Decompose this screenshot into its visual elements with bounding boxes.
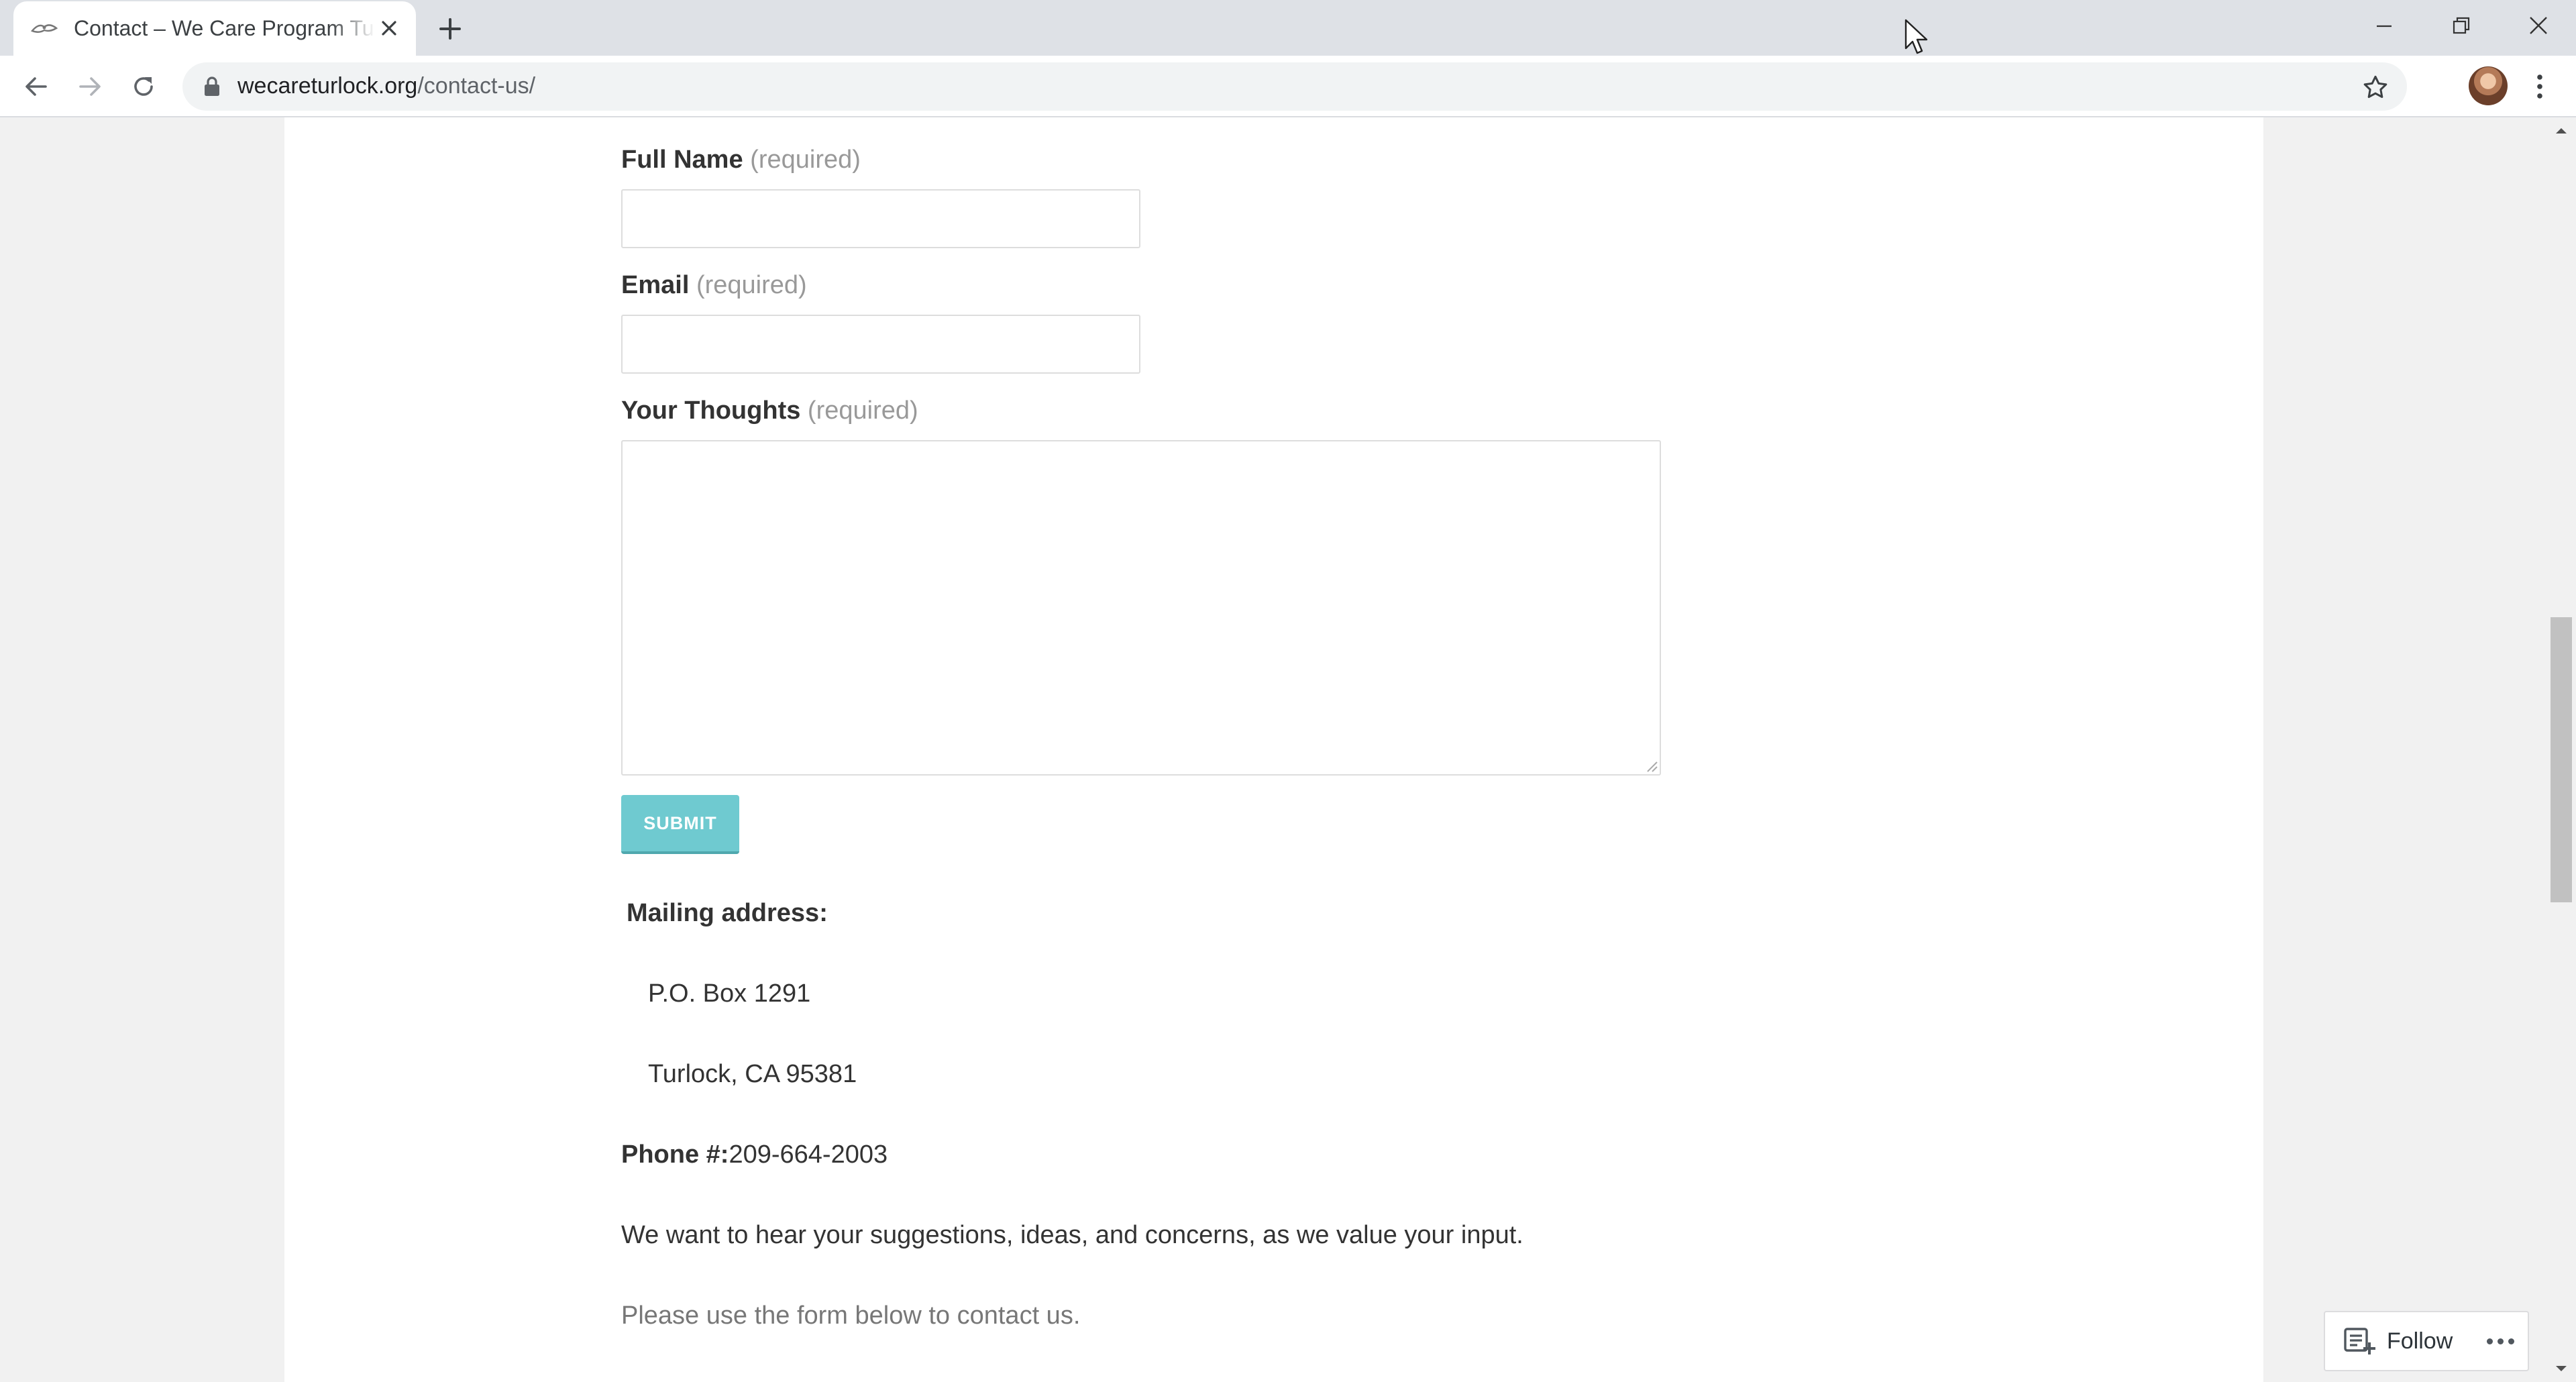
more-options-icon[interactable] — [2487, 1338, 2514, 1344]
vertical-scrollbar[interactable] — [2546, 117, 2576, 1382]
forward-icon[interactable] — [71, 68, 109, 105]
site-favicon-icon — [30, 19, 59, 39]
url-text: wecareturlock.org/contact-us/ — [237, 73, 535, 99]
po-box: P.O. Box 1291 — [648, 979, 811, 1008]
follow-label: Follow — [2387, 1328, 2453, 1354]
phone-line: Phone #:209-664-2003 — [621, 1140, 888, 1169]
full-name-label: Full Name (required) — [621, 146, 861, 174]
tab-strip: Contact – We Care Program Turlock — [0, 0, 2576, 56]
input-message: We want to hear your suggestions, ideas,… — [621, 1221, 1523, 1249]
thoughts-label-text: Your Thoughts — [621, 396, 801, 425]
email-label: Email (required) — [621, 271, 807, 300]
full-name-required: (required) — [750, 146, 861, 174]
reader-follow-icon — [2344, 1326, 2376, 1356]
thoughts-required: (required) — [807, 396, 918, 425]
follow-widget[interactable]: Follow — [2324, 1311, 2529, 1371]
browser-menu-icon[interactable] — [2526, 68, 2553, 105]
thoughts-textarea[interactable] — [621, 440, 1661, 776]
new-tab-icon[interactable] — [435, 13, 466, 44]
profile-avatar[interactable] — [2469, 66, 2508, 105]
url-path: /contact-us/ — [417, 73, 536, 99]
bookmark-star-icon[interactable] — [2360, 72, 2391, 103]
lock-icon — [205, 76, 219, 96]
back-icon[interactable] — [17, 68, 55, 105]
email-label-text: Email — [621, 271, 690, 299]
submit-button[interactable]: SUBMIT — [621, 795, 739, 854]
full-name-label-text: Full Name — [621, 146, 743, 174]
address-bar[interactable]: wecareturlock.org/contact-us/ — [182, 62, 2407, 111]
dot — [2498, 1338, 2504, 1344]
page-viewport: Full Name (required) Email (required) Yo… — [0, 117, 2576, 1382]
tab-close-icon[interactable] — [377, 16, 401, 40]
dot — [2487, 1338, 2493, 1344]
mouse-cursor-icon — [1904, 19, 1928, 54]
scroll-up-arrow-icon[interactable] — [2552, 123, 2571, 139]
full-name-input[interactable] — [621, 189, 1140, 248]
restore-icon[interactable] — [2422, 0, 2500, 51]
minimize-icon[interactable] — [2345, 0, 2422, 51]
phone-label: Phone #: — [621, 1140, 729, 1169]
dot — [2508, 1338, 2514, 1344]
browser-tab[interactable]: Contact – We Care Program Turlock — [13, 1, 416, 56]
city-state-zip: Turlock, CA 95381 — [648, 1060, 857, 1088]
url-host: wecareturlock.org — [237, 73, 418, 99]
scrollbar-thumb[interactable] — [2551, 617, 2572, 902]
tab-title: Contact – We Care Program Turlock — [74, 16, 376, 40]
browser-toolbar: wecareturlock.org/contact-us/ — [0, 56, 2576, 117]
reload-icon[interactable] — [125, 68, 162, 105]
email-required: (required) — [696, 271, 807, 299]
mailing-heading: Mailing address: — [627, 899, 828, 927]
thoughts-label: Your Thoughts (required) — [621, 396, 918, 425]
form-instruction: Please use the form below to contact us. — [621, 1301, 1081, 1330]
content-area: Full Name (required) Email (required) Yo… — [284, 117, 2263, 1382]
scroll-down-arrow-icon[interactable] — [2552, 1361, 2571, 1377]
resize-grip-icon[interactable] — [1644, 758, 1658, 773]
email-input[interactable] — [621, 315, 1140, 374]
phone-value: 209-664-2003 — [729, 1140, 888, 1169]
window-close-icon[interactable] — [2500, 0, 2576, 51]
